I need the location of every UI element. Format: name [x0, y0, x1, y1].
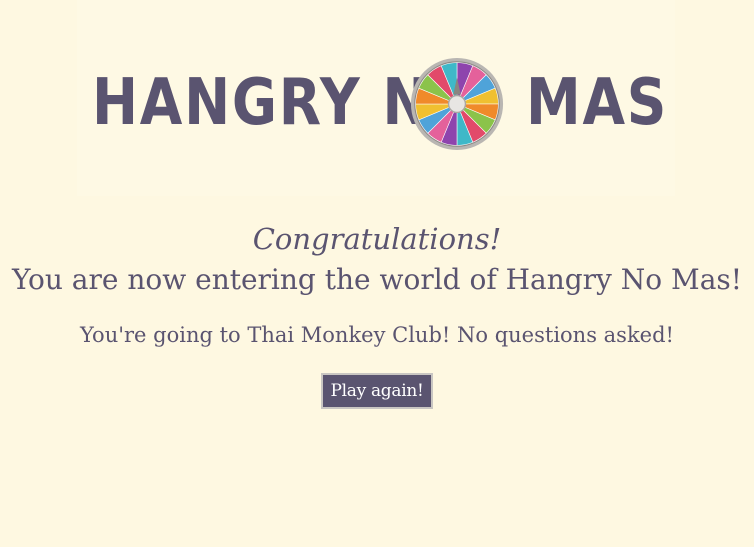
logo-text-left: HANGRY N [92, 66, 431, 140]
destination-message: You're going to Thai Monkey Club! No que… [80, 323, 674, 347]
prize-wheel-icon [410, 57, 504, 151]
wheel-hub [447, 94, 467, 114]
logo-text-right: MAS [526, 66, 669, 140]
welcome-heading: You are now entering the world of Hangry… [11, 263, 743, 296]
play-again-button[interactable]: Play again! [321, 373, 433, 409]
congrats-heading: Congratulations! [252, 222, 502, 256]
